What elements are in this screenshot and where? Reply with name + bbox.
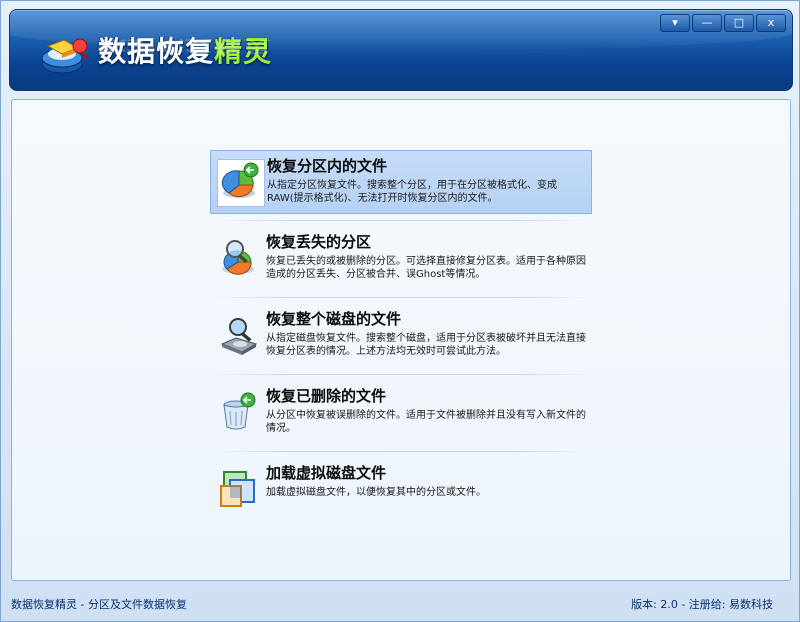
option-recover-deleted-files[interactable]: 恢复已删除的文件 从分区中恢复被误删除的文件。适用于文件被删除并且没有写入新文件… bbox=[210, 381, 592, 445]
option-description: 加载虚拟磁盘文件，以便恢复其中的分区或文件。 bbox=[266, 487, 486, 498]
option-recover-lost-partition[interactable]: 恢复丢失的分区 恢复已丢失的或被删除的分区。可选择直接修复分区表。适用于各种原因… bbox=[210, 227, 592, 291]
window-controls: ▾ — □ x bbox=[660, 14, 786, 32]
option-description: 从指定分区恢复文件。搜索整个分区，用于在分区被格式化、变成RAW(提示格式化)、… bbox=[267, 180, 557, 204]
status-version-info: 版本: 2.0 - 注册给: 易数科技 bbox=[631, 598, 773, 611]
option-description: 恢复已丢失的或被删除的分区。可选择直接修复分区表。适用于各种原因造成的分区丢失、… bbox=[266, 256, 586, 280]
search-partition-icon bbox=[222, 240, 254, 275]
status-app-description: 数据恢复精灵 - 分区及文件数据恢复 bbox=[11, 598, 187, 611]
option-title: 恢复整个磁盘的文件 bbox=[266, 310, 402, 328]
option-title: 加载虚拟磁盘文件 bbox=[266, 464, 387, 482]
option-divider bbox=[212, 220, 592, 221]
app-title-main: 数据恢复 bbox=[98, 35, 215, 68]
window-menu-button[interactable]: ▾ bbox=[660, 14, 690, 32]
option-description: 从指定磁盘恢复文件。搜索整个磁盘，适用于分区表被破坏并且无法直接恢复分区表的情况… bbox=[266, 333, 586, 357]
options-panel: 恢复分区内的文件 从指定分区恢复文件。搜索整个分区，用于在分区被格式化、变成RA… bbox=[11, 99, 791, 581]
status-bar: 数据恢复精灵 - 分区及文件数据恢复 版本: 2.0 - 注册给: 易数科技 bbox=[1, 585, 800, 622]
close-button[interactable]: x bbox=[756, 14, 786, 32]
app-title: 数据恢复精灵 bbox=[98, 30, 272, 70]
header-banner: 数据恢复精灵 数据恢复精灵 ▾ — □ x bbox=[9, 9, 793, 91]
option-recover-disk-files[interactable]: 恢复整个磁盘的文件 从指定磁盘恢复文件。搜索整个磁盘，适用于分区表被破坏并且无法… bbox=[210, 304, 592, 368]
maximize-button[interactable]: □ bbox=[724, 14, 754, 32]
option-description: 从分区中恢复被误删除的文件。适用于文件被删除并且没有写入新文件的情况。 bbox=[266, 410, 586, 434]
app-title-accent: 精灵 bbox=[214, 35, 273, 68]
disk-search-icon bbox=[220, 318, 258, 355]
app-window: 数据恢复精灵 数据恢复精灵 ▾ — □ x 恢复分区内的文件 从指定分区恢复文件… bbox=[0, 0, 800, 622]
option-divider bbox=[212, 451, 592, 452]
option-divider bbox=[212, 374, 592, 375]
option-load-virtual-disk[interactable]: 加载虚拟磁盘文件 加载虚拟磁盘文件，以便恢复其中的分区或文件。 bbox=[210, 458, 592, 522]
option-title: 恢复已删除的文件 bbox=[266, 387, 387, 405]
recycle-bin-icon bbox=[223, 392, 256, 430]
option-divider bbox=[212, 297, 592, 298]
option-recover-partition-files[interactable]: 恢复分区内的文件 从指定分区恢复文件。搜索整个分区，用于在分区被格式化、变成RA… bbox=[210, 150, 592, 214]
virtual-disk-icon bbox=[220, 471, 255, 507]
option-title: 恢复分区内的文件 bbox=[267, 157, 388, 175]
data-recovery-logo-icon bbox=[41, 38, 89, 74]
minimize-button[interactable]: — bbox=[692, 14, 722, 32]
partition-pie-icon bbox=[221, 162, 259, 198]
option-title: 恢复丢失的分区 bbox=[266, 233, 372, 251]
